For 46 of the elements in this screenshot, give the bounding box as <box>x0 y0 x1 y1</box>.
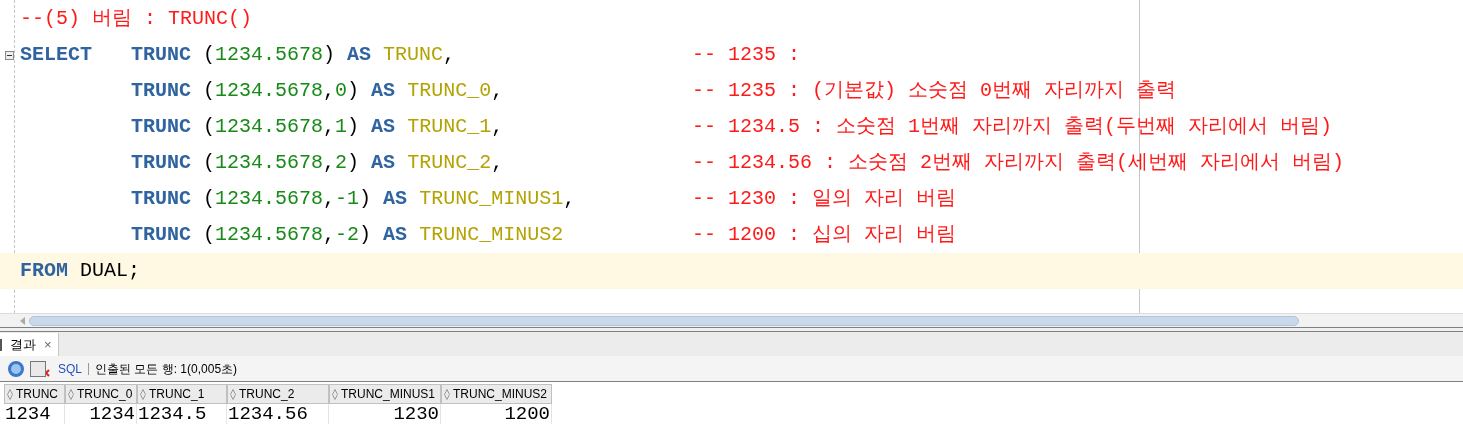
sort-icon[interactable] <box>7 388 13 400</box>
column-header[interactable]: TRUNC_MINUS2 <box>441 384 552 404</box>
code-line: FROM DUAL; <box>20 258 141 284</box>
code-comment: -- 1235 : (기본값) 소숫점 0번째 자리까지 출력 <box>692 78 1177 104</box>
code-line: SELECT TRUNC (1234.5678) AS TRUNC, <box>20 42 457 68</box>
code-line: TRUNC (1234.5678,2) AS TRUNC_2, <box>130 150 505 176</box>
horizontal-scrollbar[interactable] <box>0 313 1463 327</box>
code-line: TRUNC (1234.5678,0) AS TRUNC_0, <box>130 78 505 104</box>
code-line: TRUNC (1234.5678,-1) AS TRUNC_MINUS1, <box>130 186 577 212</box>
column-header[interactable]: TRUNC_2 <box>227 384 329 404</box>
table-cell: 1234 <box>65 404 137 424</box>
scrollbar-thumb[interactable] <box>29 315 1299 326</box>
sql-link[interactable]: SQL <box>58 359 82 378</box>
code-comment: -- 1200 : 십의 자리 버림 <box>692 222 957 248</box>
table-cell: 1234 <box>4 404 65 424</box>
code-line: TRUNC (1234.5678,-2) AS TRUNC_MINUS2 <box>130 222 565 248</box>
code-editor[interactable] <box>0 0 1463 313</box>
column-label: TRUNC_2 <box>239 386 295 403</box>
column-label: TRUNC_1 <box>149 386 205 403</box>
code-line: TRUNC (1234.5678,1) AS TRUNC_1, <box>130 114 505 140</box>
column-label: TRUNC_MINUS2 <box>453 386 547 403</box>
column-header[interactable]: TRUNC <box>4 384 65 404</box>
column-label: TRUNC_0 <box>77 386 133 403</box>
tab-close[interactable]: × <box>44 334 52 355</box>
table-cell: 1234.5 <box>137 404 227 424</box>
collapse-icon[interactable] <box>5 51 14 60</box>
code-comment: -- 1230 : 일의 자리 버림 <box>692 186 957 212</box>
column-header[interactable]: TRUNC_0 <box>65 384 137 404</box>
code-comment: -- 1234.5 : 소숫점 1번째 자리까지 출력(두번째 자리에서 버림) <box>692 114 1333 140</box>
column-header[interactable]: TRUNC_MINUS1 <box>329 384 441 404</box>
column-label: TRUNC_MINUS1 <box>341 386 435 403</box>
column-label: TRUNC <box>16 386 58 403</box>
fetch-status: 인출된 모든 행: 1(0,005초) <box>95 360 238 378</box>
code-comment: -- 1234.56 : 소숫점 2번째 자리까지 출력(세번째 자리에서 버림) <box>692 150 1345 176</box>
results-tab[interactable]: 결과 × <box>0 333 59 356</box>
sort-icon[interactable] <box>230 388 236 400</box>
column-header[interactable]: TRUNC_1 <box>137 384 227 404</box>
sort-icon[interactable] <box>140 388 146 400</box>
sort-icon[interactable] <box>444 388 450 400</box>
code-comment: --(5) 버림 : TRUNC() <box>20 6 253 32</box>
sort-icon[interactable] <box>68 388 74 400</box>
sort-icon[interactable] <box>332 388 338 400</box>
table-cell: 1230 <box>329 404 441 424</box>
code-comment: -- 1235 : <box>692 42 801 68</box>
table-cell: 1200 <box>441 404 552 424</box>
table-cell: 1234.56 <box>227 404 329 424</box>
